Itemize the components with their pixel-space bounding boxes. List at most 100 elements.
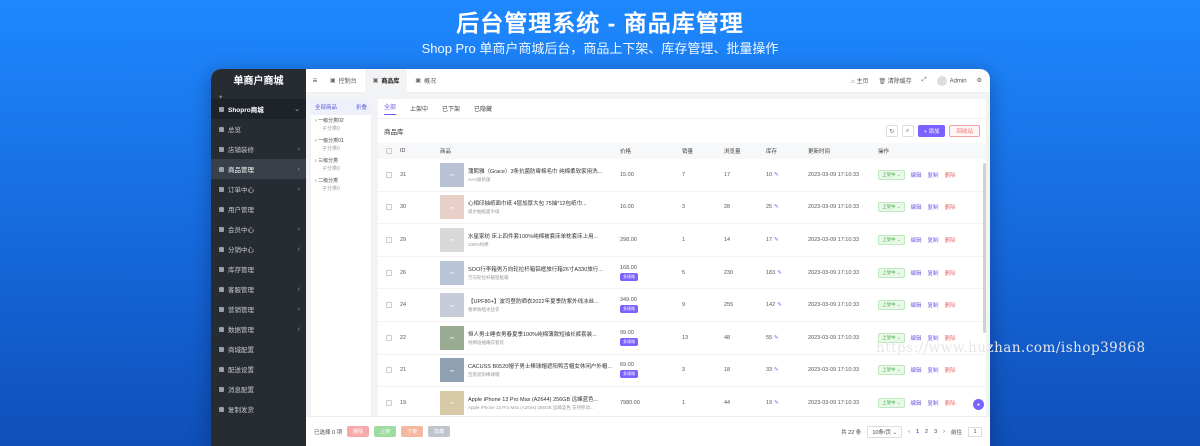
edit-button[interactable]: 编辑 xyxy=(911,366,922,374)
edit-stock-icon[interactable]: ✎ xyxy=(774,335,779,341)
status-dropdown[interactable]: 上架中 ⌄ xyxy=(878,169,905,180)
clear-cache-button[interactable]: 🗑 清除缓存 xyxy=(878,76,911,85)
status-tab[interactable]: 上架中 xyxy=(410,104,428,113)
multi-spec-badge[interactable]: 多规格 xyxy=(620,337,638,346)
goto-input[interactable]: 1 xyxy=(968,426,982,437)
collapse-button[interactable]: 折叠 xyxy=(356,103,367,111)
col-id[interactable]: ID xyxy=(400,148,440,154)
sidebar-item[interactable]: 订单中心 ‹ xyxy=(211,179,306,199)
product-thumbnail[interactable]: ▪▪▪ xyxy=(440,325,464,350)
refresh-icon[interactable]: ↻ xyxy=(885,125,898,137)
col-views[interactable]: 浏览量 xyxy=(724,147,766,155)
product-thumbnail[interactable]: ▪▪▪ xyxy=(440,293,464,318)
row-checkbox[interactable] xyxy=(386,399,392,406)
product-thumbnail[interactable]: ▪▪▪ xyxy=(440,162,464,187)
status-dropdown[interactable]: 上架中 ⌄ xyxy=(878,300,905,311)
product-thumbnail[interactable]: ▪▪▪ xyxy=(440,390,464,415)
delete-button[interactable]: 删除 xyxy=(945,171,956,179)
batch-hide-button[interactable]: 隐藏 xyxy=(428,426,451,437)
sidebar-item[interactable]: 会员中心 ‹ xyxy=(211,219,306,239)
table-row[interactable]: 21 ▪▪▪ CACUSS B0520帽子男士棒球帽遮阳鸭舌帽女休闲户外帽... 百搭… xyxy=(378,355,986,388)
edit-button[interactable]: 编辑 xyxy=(911,269,922,277)
delete-button[interactable]: 删除 xyxy=(945,366,956,374)
batch-down-button[interactable]: 下架 xyxy=(401,426,424,437)
menu-toggle-icon[interactable]: ≡ xyxy=(308,76,322,85)
fullscreen-icon[interactable]: ⤢ xyxy=(922,77,927,84)
page-number[interactable]: 2 xyxy=(925,429,928,435)
category-item[interactable]: › 二级分类 子分类0 xyxy=(311,175,371,195)
sidebar-item[interactable]: 库存管理 xyxy=(211,259,306,279)
page-number[interactable]: 3 xyxy=(934,429,937,435)
delete-button[interactable]: 删除 xyxy=(945,269,956,277)
sidebar-item[interactable]: 分销中心 ‹ xyxy=(211,239,306,259)
sidebar-item[interactable]: 营销管理 ‹ xyxy=(211,299,306,319)
search-icon[interactable]: ⌕ xyxy=(901,125,914,137)
edit-stock-icon[interactable]: ✎ xyxy=(777,302,782,308)
status-dropdown[interactable]: 上架中 ⌄ xyxy=(878,365,905,376)
category-item[interactable]: › 一级分类02 子分类0 xyxy=(311,115,371,135)
delete-button[interactable]: 删除 xyxy=(945,236,956,244)
sidebar-item[interactable]: 商品管理 ‹ xyxy=(211,159,306,179)
sidebar-item[interactable]: 用户管理 xyxy=(211,199,306,219)
copy-button[interactable]: 复制 xyxy=(928,269,939,277)
table-row[interactable]: 30 ▪▪▪ 心相印抽纸面巾纸 4层加厚大包 75抽*12包纸巾... 纸巾抽纸面巾纸… xyxy=(378,192,986,225)
table-row[interactable]: 29 ▪▪▪ 水星家纺 床上四件套100%纯棉被套床单枕套床上用... 100%纯棉 2… xyxy=(378,224,986,257)
recycle-bin-button[interactable]: 回收站 xyxy=(949,125,980,137)
category-item[interactable]: › 一级分类01 子分类0 xyxy=(311,135,371,155)
edit-button[interactable]: 编辑 xyxy=(911,171,922,179)
user-menu[interactable]: Admin xyxy=(936,75,967,86)
page-size-select[interactable]: 10条/页 ⌄ xyxy=(867,425,903,438)
edit-button[interactable]: 编辑 xyxy=(911,203,922,211)
product-thumbnail[interactable]: ▪▪▪ xyxy=(440,260,464,285)
sidebar-item[interactable]: 总览 xyxy=(211,119,306,139)
status-dropdown[interactable]: 上架中 ⌄ xyxy=(878,202,905,213)
copy-button[interactable]: 复制 xyxy=(928,236,939,244)
product-thumbnail[interactable]: ▪▪▪ xyxy=(440,358,464,383)
edit-stock-icon[interactable]: ✎ xyxy=(774,367,779,373)
edit-stock-icon[interactable]: ✎ xyxy=(774,204,779,210)
sidebar-item[interactable]: 数据管理 ‹ xyxy=(211,319,306,339)
edit-stock-icon[interactable]: ✎ xyxy=(774,237,779,243)
copy-button[interactable]: 复制 xyxy=(928,366,939,374)
top-tab[interactable]: ▣ 概况 xyxy=(407,69,444,93)
sidebar-item[interactable]: Shopro商城 ⌄ xyxy=(211,99,306,119)
row-checkbox[interactable] xyxy=(386,171,392,178)
all-products-link[interactable]: 全部商品 xyxy=(315,103,337,111)
status-tab[interactable]: 全部 xyxy=(384,102,397,115)
edit-button[interactable]: 编辑 xyxy=(911,399,922,407)
settings-icon[interactable]: ⚙ xyxy=(977,77,982,84)
col-price[interactable]: 价格 xyxy=(620,147,682,155)
edit-stock-icon[interactable]: ✎ xyxy=(774,172,779,178)
row-checkbox[interactable] xyxy=(386,367,392,374)
top-tab[interactable]: ▣ 控制台 xyxy=(322,69,365,93)
status-dropdown[interactable]: 上架中 ⌄ xyxy=(878,267,905,278)
edit-button[interactable]: 编辑 xyxy=(911,236,922,244)
sidebar-item[interactable]: 复制发货 xyxy=(211,399,306,419)
copy-button[interactable]: 复制 xyxy=(928,203,939,211)
status-tab[interactable]: 已隐藏 xyxy=(474,104,492,113)
row-checkbox[interactable] xyxy=(386,302,392,309)
prev-page-icon[interactable]: ‹ xyxy=(908,429,910,435)
select-all-checkbox[interactable] xyxy=(386,148,392,154)
page-number[interactable]: 1 xyxy=(916,429,919,435)
multi-spec-badge[interactable]: 多规格 xyxy=(620,272,638,281)
col-stock[interactable]: 库存 xyxy=(766,147,808,155)
multi-spec-badge[interactable]: 多规格 xyxy=(620,305,638,314)
status-tab[interactable]: 已下架 xyxy=(442,104,460,113)
table-row[interactable]: 26 ▪▪▪ SOO行李箱男万向轮拉杆箱铝框旅行箱26寸A330旅行... 万向轮拉杆… xyxy=(378,257,986,290)
sidebar-item[interactable]: 店铺装修 ‹ xyxy=(211,139,306,159)
category-item[interactable]: › 三级分类 子分类0 xyxy=(311,155,371,175)
copy-button[interactable]: 复制 xyxy=(928,171,939,179)
col-updated[interactable]: 更新时间 xyxy=(808,147,878,155)
sidebar-item[interactable]: 配送设置 xyxy=(211,359,306,379)
copy-button[interactable]: 复制 xyxy=(928,399,939,407)
row-checkbox[interactable] xyxy=(386,269,392,276)
delete-button[interactable]: 删除 xyxy=(945,203,956,211)
row-checkbox[interactable] xyxy=(386,204,392,211)
bell-icon[interactable]: ● xyxy=(973,399,984,410)
delete-button[interactable]: 删除 xyxy=(945,399,956,407)
edit-stock-icon[interactable]: ✎ xyxy=(777,270,782,276)
batch-up-button[interactable]: 上架 xyxy=(374,426,397,437)
product-thumbnail[interactable]: ▪▪▪ xyxy=(440,195,464,220)
sidebar-item[interactable]: 客服管理 ‹ xyxy=(211,279,306,299)
